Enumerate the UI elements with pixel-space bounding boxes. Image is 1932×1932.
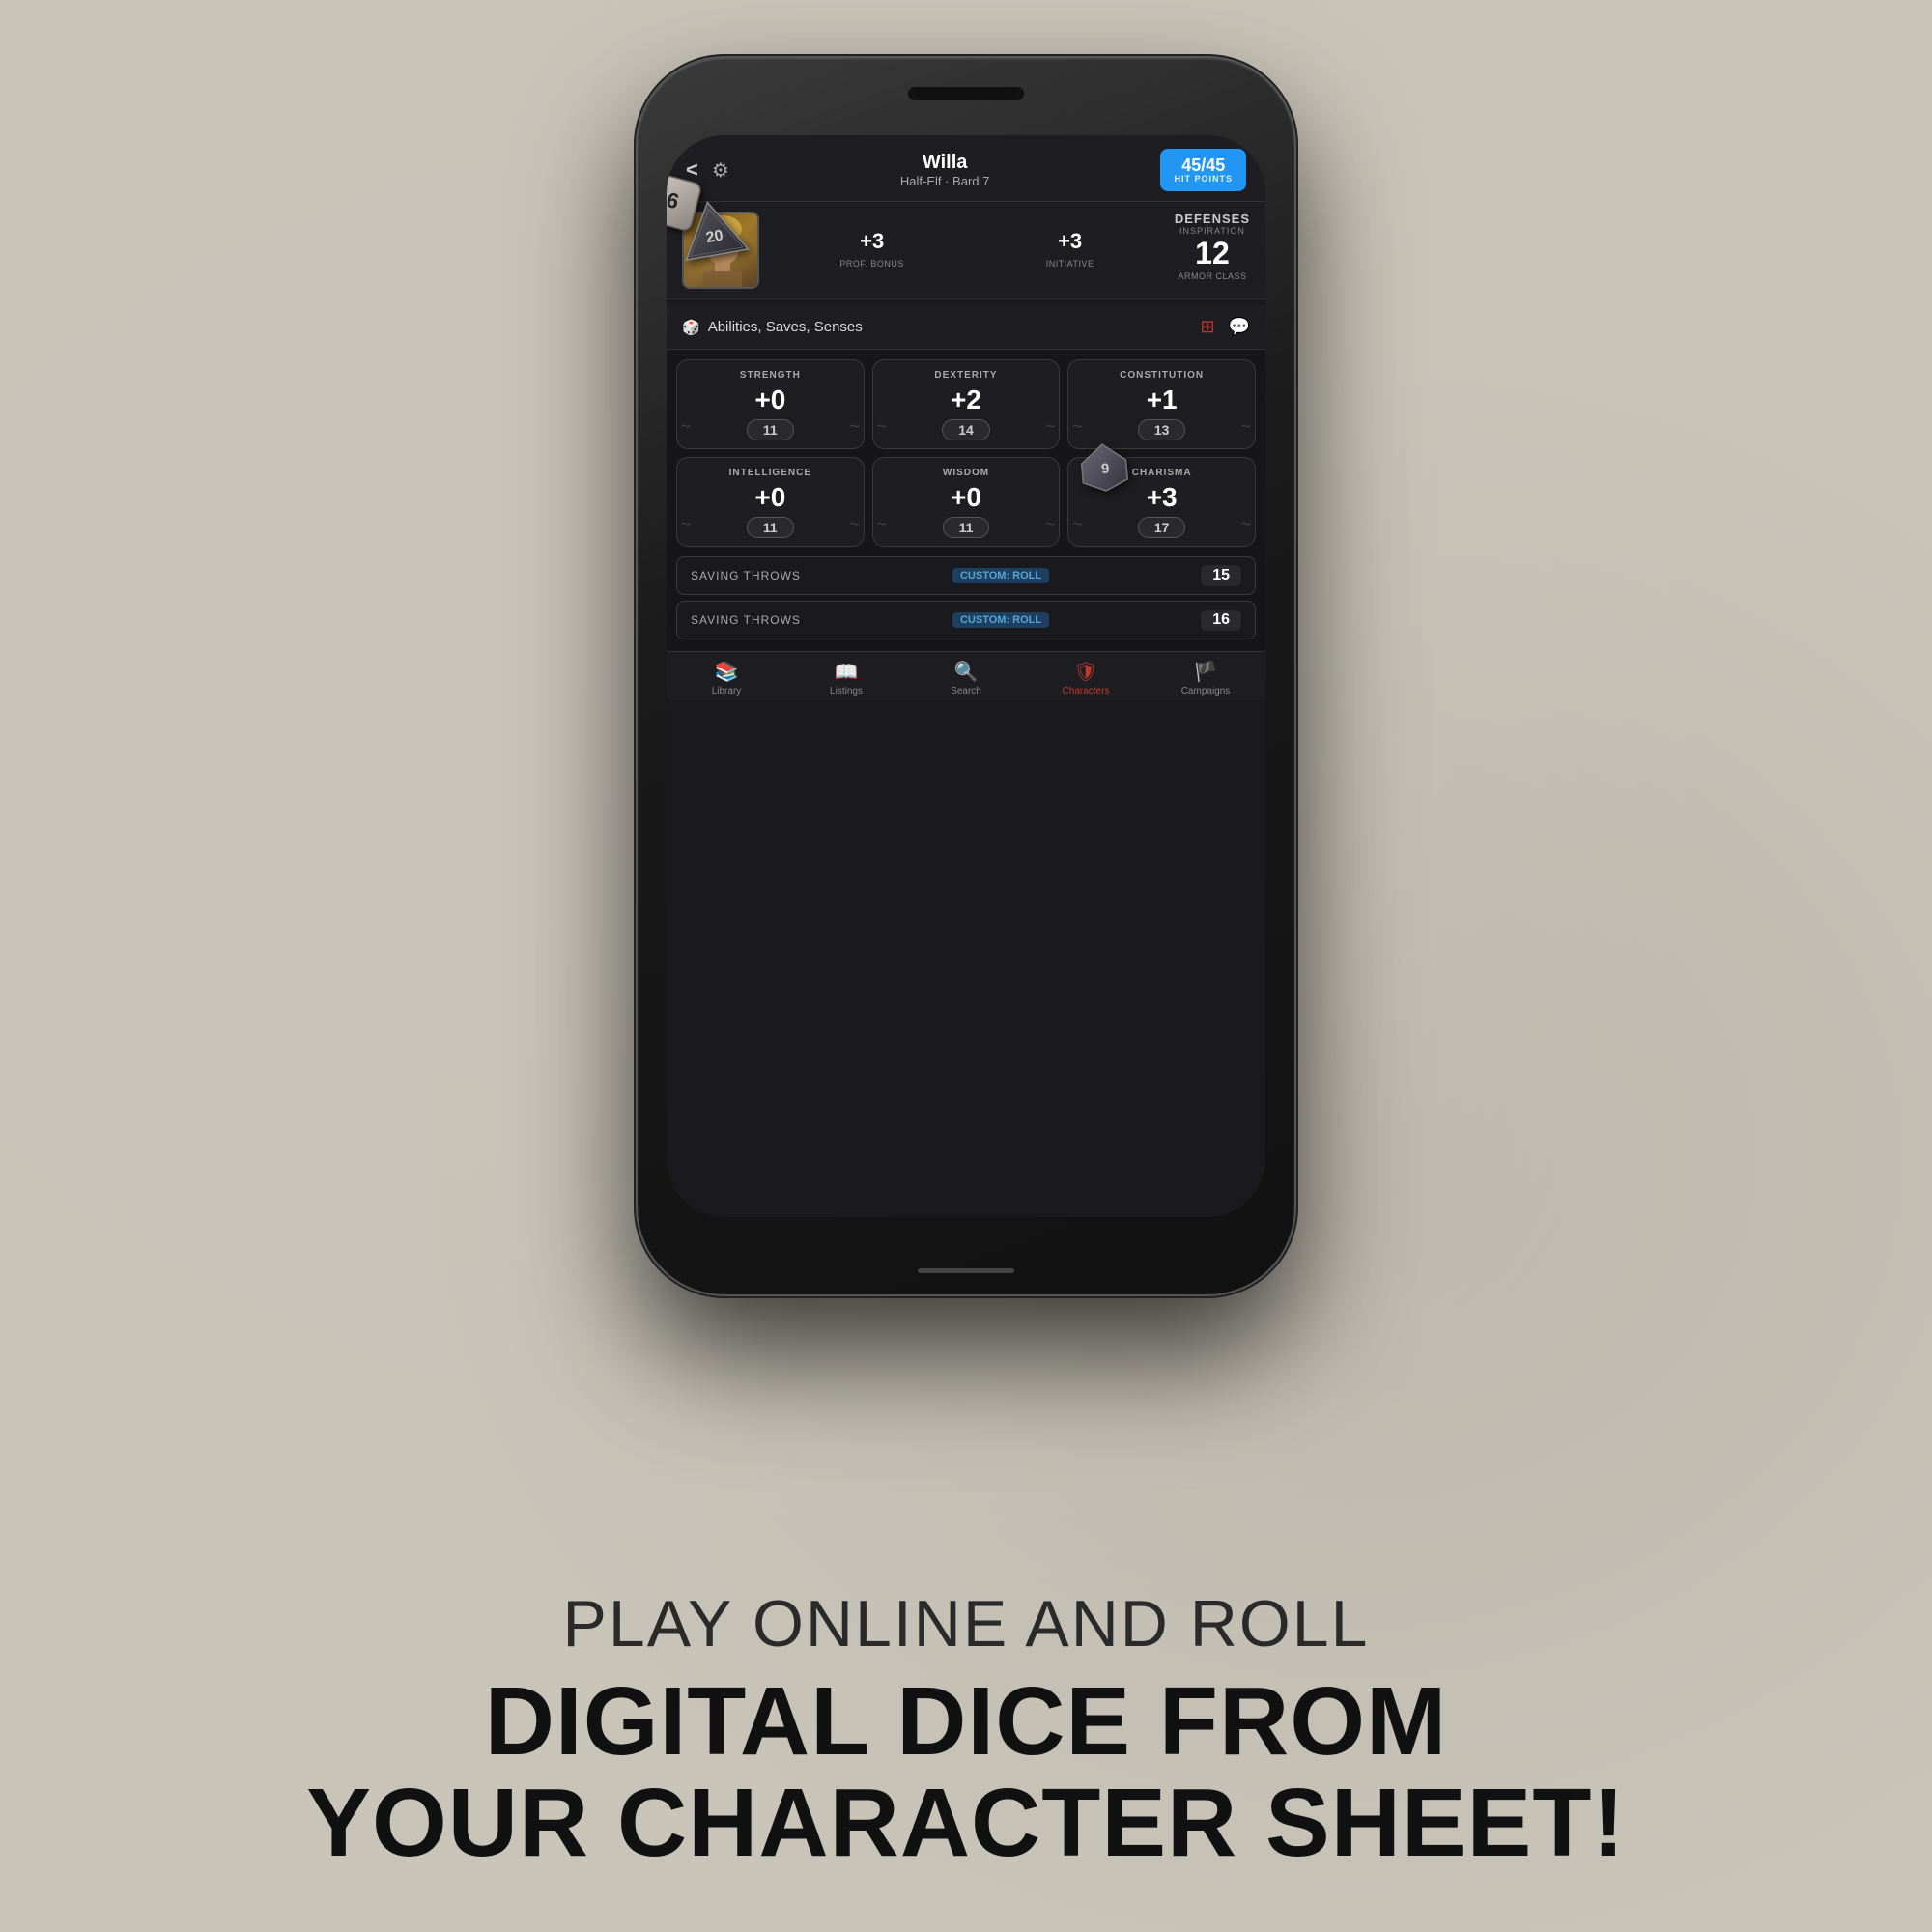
dexterity-score: 14 <box>942 419 990 440</box>
listings-label: Listings <box>830 686 863 696</box>
settings-icon[interactable]: ⚙ <box>712 158 729 183</box>
hp-badge: 45/45 HIT POINTS <box>1160 149 1246 191</box>
tagline-line2-text: DIGITAL DICE FROM <box>485 1667 1448 1776</box>
phone-shell: < ⚙ Willa Half-Elf · Bard 7 45/45 HIT PO… <box>638 58 1294 1294</box>
defenses-title: DEFENSES <box>1175 212 1250 226</box>
custom-roll-section: SAVING THROWS CUSTOM: ROLL 15 SAVING THR… <box>667 556 1265 651</box>
abilities-icon: 🎲 <box>682 319 700 336</box>
prof-bonus-value: +3 <box>839 229 904 254</box>
ability-grid: STRENGTH +0 11 DEXTERITY +2 14 CONSTITUT… <box>667 350 1265 556</box>
custom-roll-tag-1[interactable]: CUSTOM: ROLL <box>952 568 1049 583</box>
strength-score: 11 <box>747 419 794 440</box>
nav-library[interactable]: 📚 Library <box>667 660 786 696</box>
custom-roll-value-2: 16 <box>1201 610 1241 631</box>
app-header: < ⚙ Willa Half-Elf · Bard 7 45/45 HIT PO… <box>667 135 1265 202</box>
phone-screen: < ⚙ Willa Half-Elf · Bard 7 45/45 HIT PO… <box>667 135 1265 1217</box>
intelligence-label: INTELLIGENCE <box>685 468 856 478</box>
listings-icon: 📖 <box>835 660 859 684</box>
initiative-stat: +3 INITIATIVE <box>1046 229 1094 271</box>
prof-bonus-stat: +3 PROF. BONUS <box>839 229 904 271</box>
armor-class-label: ARMOR CLASS <box>1175 271 1250 281</box>
constitution-card[interactable]: CONSTITUTION +1 13 <box>1067 359 1256 449</box>
dexterity-label: DEXTERITY <box>881 370 1052 381</box>
constitution-score: 13 <box>1138 419 1186 440</box>
campaigns-label: Campaigns <box>1181 686 1231 696</box>
wisdom-card[interactable]: WISDOM +0 11 <box>872 457 1061 547</box>
custom-roll-value-1: 15 <box>1201 565 1241 586</box>
phone-wrapper: < ⚙ Willa Half-Elf · Bard 7 45/45 HIT PO… <box>638 58 1294 1294</box>
nav-search[interactable]: 🔍 Search <box>906 660 1026 696</box>
charisma-score: 17 <box>1138 517 1186 538</box>
section-icons: ⊞ 💬 <box>1200 317 1250 337</box>
search-icon: 🔍 <box>954 660 979 684</box>
wisdom-score: 11 <box>943 517 990 538</box>
defenses-column: DEFENSES INSPIRATION 12 ARMOR CLASS <box>1175 212 1250 289</box>
intelligence-score: 11 <box>747 517 794 538</box>
intelligence-card[interactable]: INTELLIGENCE +0 11 <box>676 457 865 547</box>
svg-text:9: 9 <box>1101 461 1111 478</box>
strength-card[interactable]: STRENGTH +0 11 <box>676 359 865 449</box>
nav-characters[interactable]: 🛡 Characters <box>1026 660 1146 696</box>
campaigns-icon: 🏴 <box>1194 660 1218 684</box>
strength-modifier: +0 <box>685 384 856 415</box>
intelligence-modifier: +0 <box>685 482 856 513</box>
abilities-title: Abilities, Saves, Senses <box>708 319 863 335</box>
constitution-modifier: +1 <box>1076 384 1247 415</box>
tagline-line3-text: YOUR CHARACTER SHEET! <box>306 1769 1625 1877</box>
hp-label: HIT POINTS <box>1174 174 1233 184</box>
grid-view-icon[interactable]: ⊞ <box>1200 317 1214 337</box>
saving-throws-label-2: SAVING THROWS <box>691 613 801 627</box>
initiative-value: +3 <box>1046 229 1094 254</box>
page-container: < ⚙ Willa Half-Elf · Bard 7 45/45 HIT PO… <box>0 0 1932 1932</box>
charisma-card[interactable]: CHARISMA +3 17 <box>1067 457 1256 547</box>
custom-roll-tag-2[interactable]: CUSTOM: ROLL <box>952 612 1049 628</box>
inspiration-label: INSPIRATION <box>1175 226 1250 236</box>
custom-roll-2: SAVING THROWS CUSTOM: ROLL 16 <box>676 601 1256 639</box>
header-center: Willa Half-Elf · Bard 7 <box>900 152 989 188</box>
dexterity-card[interactable]: DEXTERITY +2 14 <box>872 359 1061 449</box>
armor-class-value: 12 <box>1175 236 1250 271</box>
library-icon: 📚 <box>715 660 739 684</box>
wisdom-modifier: +0 <box>881 482 1052 513</box>
tagline-line2: DIGITAL DICE FROM YOUR CHARACTER SHEET! <box>48 1671 1884 1874</box>
hp-value: 45/45 <box>1174 156 1233 174</box>
dexterity-modifier: +2 <box>881 384 1052 415</box>
nav-campaigns[interactable]: 🏴 Campaigns <box>1146 660 1265 696</box>
wisdom-label: WISDOM <box>881 468 1052 478</box>
nav-listings[interactable]: 📖 Listings <box>786 660 906 696</box>
characters-label: Characters <box>1063 686 1110 696</box>
library-label: Library <box>712 686 742 696</box>
saving-throws-label-1: SAVING THROWS <box>691 569 801 582</box>
initiative-label: INITIATIVE <box>1046 259 1094 269</box>
section-title: 🎲 Abilities, Saves, Senses <box>682 319 863 336</box>
bottom-text-block: PLAY ONLINE AND ROLL DIGITAL DICE FROM Y… <box>48 1586 1884 1874</box>
custom-roll-1: SAVING THROWS CUSTOM: ROLL 15 <box>676 556 1256 595</box>
search-label: Search <box>951 686 981 696</box>
bottom-navigation: 📚 Library 📖 Listings 🔍 Search 🛡 Characte… <box>667 651 1265 700</box>
svg-text:20: 20 <box>705 227 725 246</box>
chat-icon[interactable]: 💬 <box>1229 317 1250 337</box>
abilities-section-header: 🎲 Abilities, Saves, Senses ⊞ 💬 <box>667 305 1265 350</box>
char-stats-row: +3 PROF. BONUS +3 INITIATIVE <box>769 212 1165 289</box>
d20-die: 20 <box>677 197 750 270</box>
prof-bonus-label: PROF. BONUS <box>839 259 904 269</box>
constitution-label: CONSTITUTION <box>1076 370 1247 381</box>
strength-label: STRENGTH <box>685 370 856 381</box>
character-name: Willa <box>900 152 989 174</box>
character-subtitle: Half-Elf · Bard 7 <box>900 174 989 188</box>
d8-die: 9 <box>1078 440 1131 498</box>
character-row: 6 <box>667 202 1265 299</box>
characters-icon: 🛡 <box>1073 660 1097 684</box>
tagline-line1: PLAY ONLINE AND ROLL <box>48 1586 1884 1662</box>
